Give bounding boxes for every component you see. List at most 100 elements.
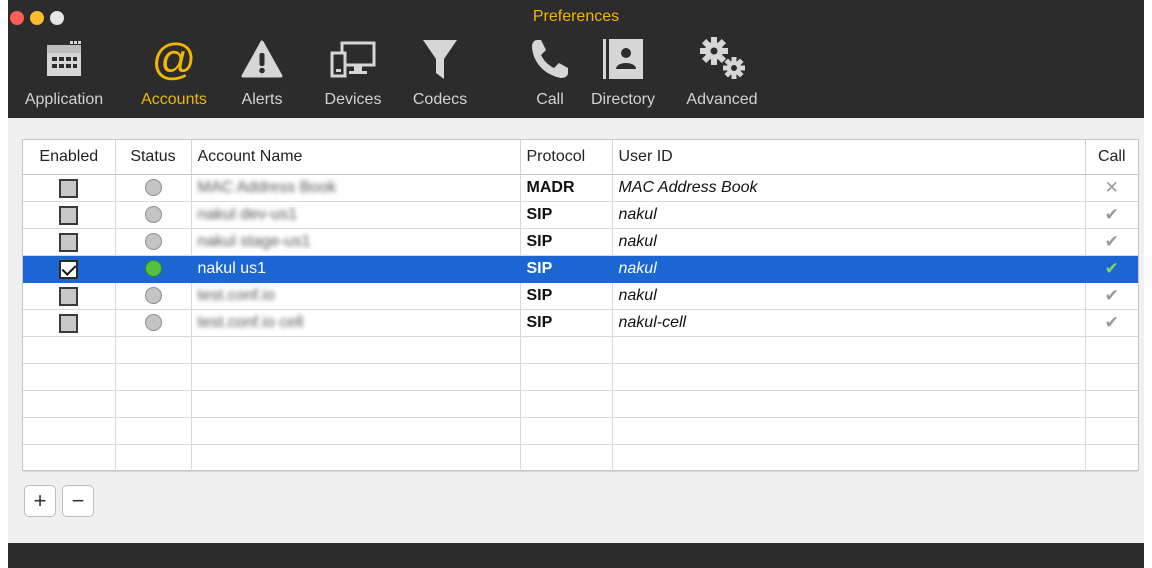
- column-header-account-name[interactable]: Account Name: [191, 140, 521, 175]
- status-indicator: [144, 206, 162, 224]
- status-cell: [115, 309, 192, 337]
- call-cell: ✔: [1085, 201, 1138, 229]
- status-cell: [115, 201, 192, 229]
- protocol-cell: SIP: [520, 282, 613, 310]
- cross-icon: ✕: [1104, 178, 1119, 197]
- status-indicator: [144, 287, 162, 305]
- call-cell: ✔: [1085, 282, 1138, 310]
- status-indicator: [144, 260, 162, 278]
- empty-table-row: [23, 390, 1138, 418]
- column-header-status[interactable]: Status: [115, 140, 192, 175]
- check-icon: ✔: [1104, 286, 1119, 305]
- footer-bar: [8, 543, 1144, 568]
- status-cell: [115, 174, 192, 202]
- enabled-checkbox[interactable]: [59, 205, 79, 225]
- empty-table-row: [23, 363, 1138, 391]
- status-indicator: [144, 314, 162, 332]
- protocol-cell: SIP: [520, 201, 613, 229]
- toolbar-label-accounts: Accounts: [141, 91, 207, 108]
- toolbar-item-accounts[interactable]: @ Accounts: [124, 34, 224, 114]
- check-icon: ✔: [1104, 205, 1119, 224]
- check-icon: ✔: [1104, 259, 1119, 278]
- column-header-enabled[interactable]: Enabled: [23, 140, 116, 175]
- account-name: test.conf.io cell: [197, 314, 304, 331]
- enabled-cell: [23, 174, 116, 202]
- enabled-checkbox[interactable]: [59, 259, 79, 279]
- toolbar-item-alerts[interactable]: Alerts: [232, 34, 292, 114]
- empty-table-row: [23, 336, 1138, 364]
- status-cell: [115, 228, 192, 256]
- status-indicator: [144, 233, 162, 251]
- toolbar-label-directory: Directory: [590, 91, 655, 108]
- toolbar-label-call: Call: [536, 91, 564, 108]
- table-row[interactable]: test.conf.io cell SIP nakul-cell ✔: [23, 309, 1138, 337]
- svg-text:@: @: [152, 36, 197, 82]
- protocol-cell: SIP: [520, 255, 613, 283]
- toolbar-label-devices: Devices: [324, 91, 382, 108]
- account-name-cell: nakul us1: [191, 255, 521, 283]
- toolbar-item-call[interactable]: Call: [522, 34, 578, 114]
- toolbar-item-advanced[interactable]: Advanced: [676, 34, 768, 114]
- check-icon: ✔: [1104, 232, 1119, 251]
- add-account-button[interactable]: +: [24, 485, 56, 517]
- toolbar-item-codecs[interactable]: Codecs: [404, 34, 476, 114]
- toolbar-item-directory[interactable]: Directory: [580, 34, 666, 114]
- account-name-cell: MAC Address Book: [191, 174, 521, 202]
- column-header-call[interactable]: Call: [1085, 140, 1138, 175]
- table-row[interactable]: nakul us1 SIP nakul ✔: [23, 255, 1138, 283]
- devices-icon: [330, 41, 376, 78]
- call-cell: ✔: [1085, 228, 1138, 256]
- toolbar-label-alerts: Alerts: [241, 91, 283, 108]
- account-name-cell: test.conf.io: [191, 282, 521, 310]
- account-name: nakul dev-us1: [197, 206, 298, 223]
- enabled-checkbox[interactable]: [59, 178, 79, 198]
- remove-account-button[interactable]: −: [62, 485, 94, 517]
- account-name: test.conf.io: [197, 287, 275, 304]
- toolbar-label-codecs: Codecs: [412, 91, 468, 108]
- filter-icon: [423, 40, 457, 79]
- check-icon: ✔: [1104, 313, 1119, 332]
- contact-card-icon: [603, 39, 643, 79]
- table-row[interactable]: nakul dev-us1 SIP nakul ✔: [23, 201, 1138, 229]
- enabled-cell: [23, 282, 116, 310]
- table-row[interactable]: test.conf.io SIP nakul ✔: [23, 282, 1138, 310]
- protocol-cell: SIP: [520, 309, 613, 337]
- table-row[interactable]: MAC Address Book MADR MAC Address Book ✕: [23, 174, 1138, 202]
- user-id-cell: MAC Address Book: [612, 174, 1086, 202]
- toolbar-item-devices[interactable]: Devices: [314, 34, 392, 114]
- toolbar-item-application[interactable]: Application: [8, 34, 120, 114]
- column-header-protocol[interactable]: Protocol: [520, 140, 613, 175]
- table-header-row: Enabled Status Account Name Protocol Use…: [23, 140, 1138, 175]
- account-name-cell: nakul stage-us1: [191, 228, 521, 256]
- protocol-cell: SIP: [520, 228, 613, 256]
- account-name-cell: nakul dev-us1: [191, 201, 521, 229]
- status-indicator: [144, 179, 162, 197]
- protocol-cell: MADR: [520, 174, 613, 202]
- preferences-window: Preferences Application @ Accounts Alert…: [8, 0, 1144, 568]
- table-row[interactable]: nakul stage-us1 SIP nakul ✔: [23, 228, 1138, 256]
- status-cell: [115, 282, 192, 310]
- enabled-checkbox[interactable]: [59, 313, 79, 333]
- window-title: Preferences: [532, 8, 620, 25]
- account-name-cell: test.conf.io cell: [191, 309, 521, 337]
- enabled-checkbox[interactable]: [59, 232, 79, 252]
- phone-icon: [532, 40, 568, 78]
- enabled-cell: [23, 201, 116, 229]
- enabled-cell: [23, 228, 116, 256]
- enabled-checkbox[interactable]: [59, 286, 79, 306]
- user-id-cell: nakul: [612, 255, 1086, 283]
- alert-icon: [241, 40, 283, 78]
- user-id-cell: nakul: [612, 201, 1086, 229]
- call-cell: ✕: [1085, 174, 1138, 202]
- empty-table-row: [23, 417, 1138, 445]
- empty-table-row: [23, 444, 1138, 472]
- column-header-user-id[interactable]: User ID: [612, 140, 1086, 175]
- user-id-cell: nakul: [612, 282, 1086, 310]
- accounts-table: Enabled Status Account Name Protocol Use…: [22, 139, 1139, 472]
- status-cell: [115, 255, 192, 283]
- toolbar-label-advanced: Advanced: [686, 91, 758, 108]
- title-bar: Preferences Application @ Accounts Alert…: [8, 0, 1144, 118]
- calendar-icon: [47, 41, 81, 76]
- at-icon: @: [152, 36, 197, 82]
- account-name: nakul stage-us1: [197, 233, 311, 250]
